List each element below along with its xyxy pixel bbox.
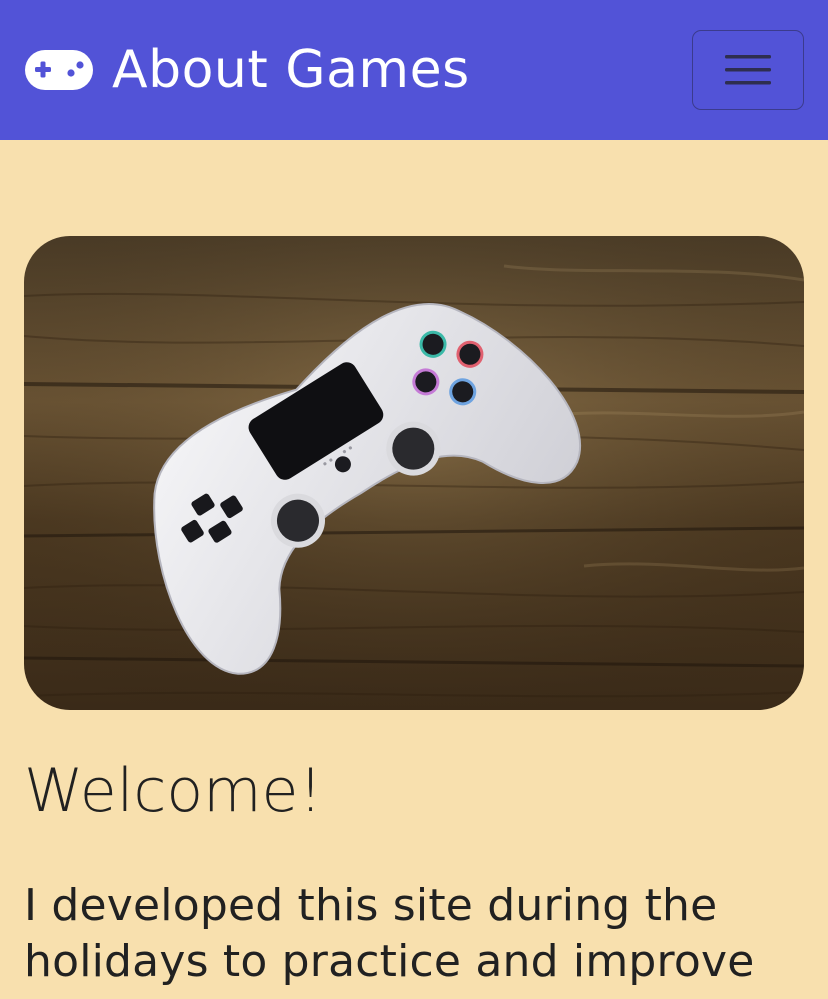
gamepad-icon	[25, 50, 93, 90]
menu-toggle-button[interactable]	[692, 30, 804, 110]
brand-title: About Games	[112, 40, 470, 100]
hamburger-menu-icon	[725, 55, 771, 85]
brand-link[interactable]: About Games	[24, 44, 470, 96]
intro-text: I developed this site during the holiday…	[24, 880, 755, 987]
welcome-heading: Welcome!	[24, 756, 323, 826]
navbar: About Games	[0, 0, 828, 140]
hero-image	[24, 236, 804, 710]
